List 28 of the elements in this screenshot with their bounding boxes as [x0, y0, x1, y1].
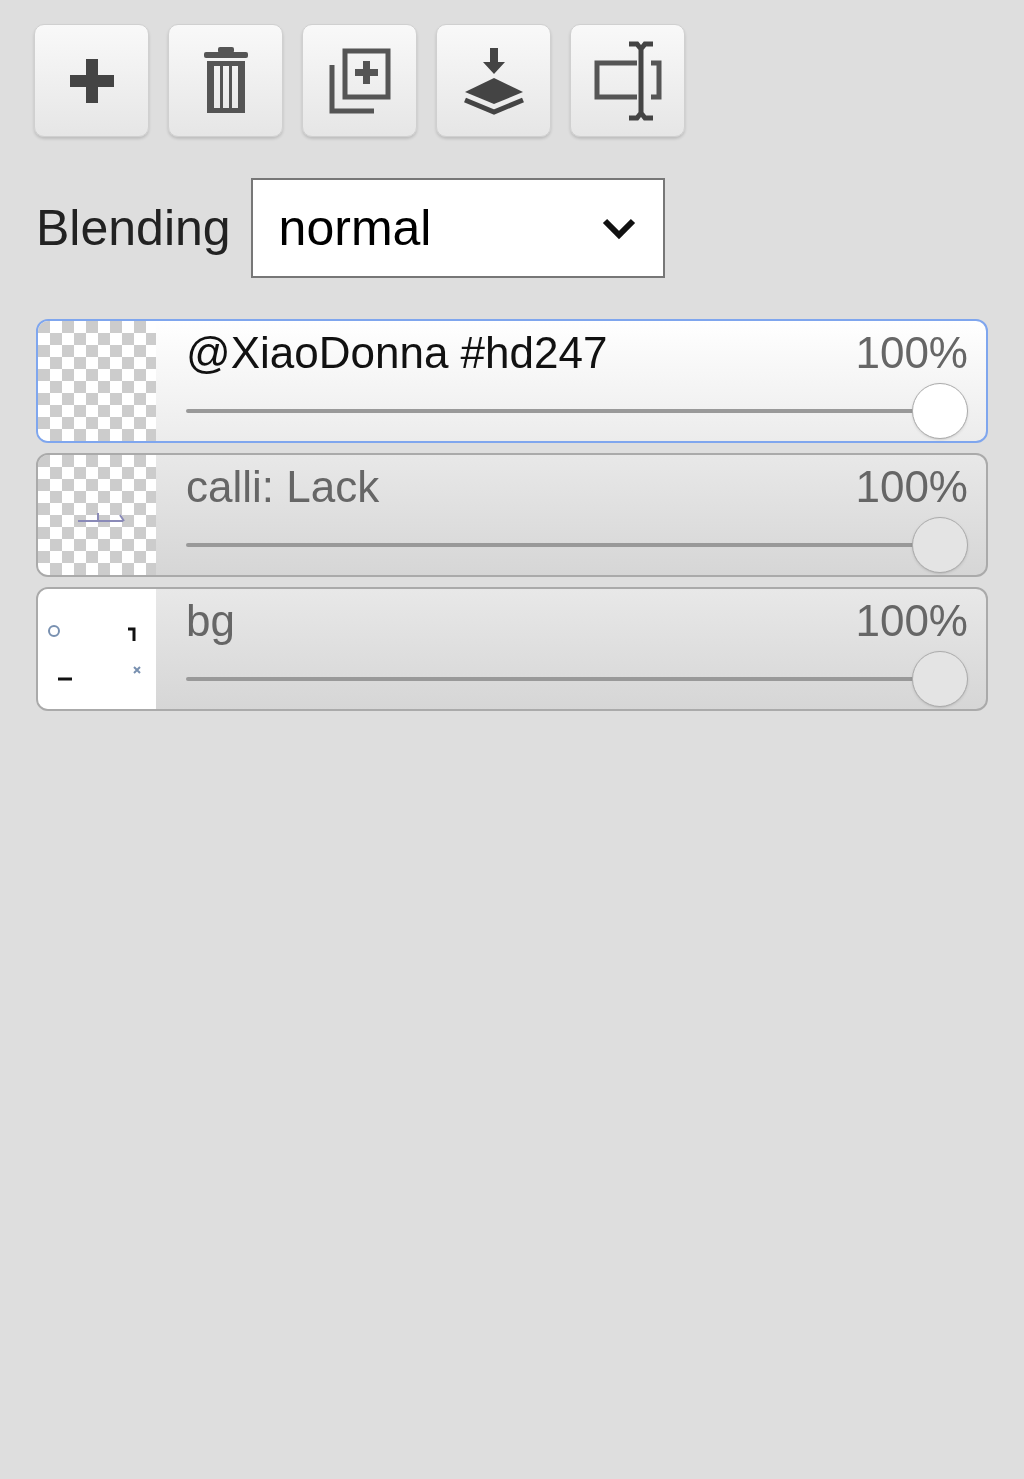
opacity-slider[interactable] — [186, 517, 968, 573]
duplicate-button[interactable] — [302, 24, 417, 137]
opacity-value: 100% — [855, 461, 968, 513]
opacity-slider[interactable] — [186, 651, 968, 707]
layer-name: @XiaoDonna #hd247 — [186, 327, 608, 379]
opacity-value: 100% — [855, 327, 968, 379]
rename-button[interactable] — [570, 24, 685, 137]
duplicate-icon — [327, 46, 392, 115]
text-cursor-icon — [592, 40, 663, 121]
slider-thumb[interactable] — [912, 517, 968, 573]
layer-row[interactable]: @XiaoDonna #hd247 100% — [36, 319, 988, 443]
blending-label: Blending — [36, 198, 231, 258]
layer-name: calli: Lack — [186, 461, 380, 513]
opacity-slider[interactable] — [186, 383, 968, 439]
trash-icon — [201, 45, 250, 116]
layer-name: bg — [186, 595, 235, 647]
delete-button[interactable] — [168, 24, 283, 137]
layers-download-icon — [462, 45, 525, 116]
merge-button[interactable] — [436, 24, 551, 137]
slider-thumb[interactable] — [912, 651, 968, 707]
plus-icon — [67, 56, 116, 105]
slider-thumb[interactable] — [912, 383, 968, 439]
chevron-down-icon — [600, 216, 637, 240]
blending-select[interactable]: normal — [250, 178, 665, 278]
layer-row[interactable]: calli: Lack 100% — [36, 453, 988, 577]
add-button[interactable] — [34, 24, 149, 137]
opacity-value: 100% — [855, 595, 968, 647]
layer-row[interactable]: bg 100% — [36, 587, 988, 711]
